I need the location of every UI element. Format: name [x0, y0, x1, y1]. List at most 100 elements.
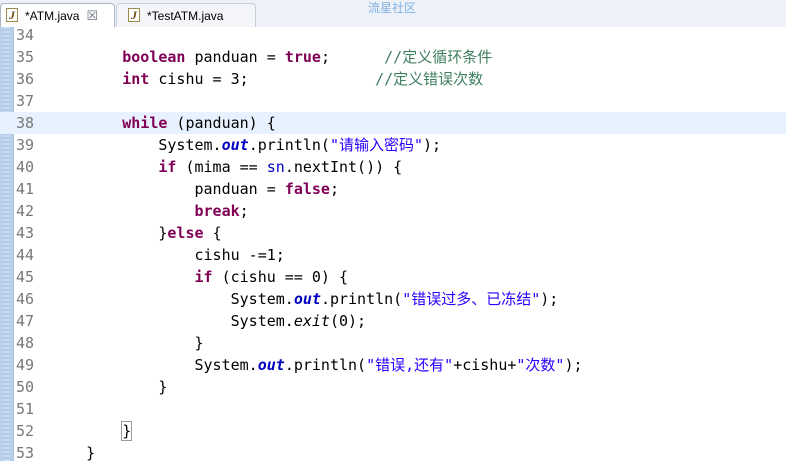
code-line[interactable]: 53 } — [0, 442, 786, 461]
line-number: 53 — [16, 444, 35, 461]
code-token: exit — [293, 312, 330, 330]
code-token: System. — [158, 136, 222, 154]
code-token: "错误过多、已冻结" — [402, 290, 541, 308]
code-token: (panduan) { — [167, 114, 276, 132]
code-line[interactable]: 44 cishu -=1; — [0, 244, 786, 266]
line-number: 39 — [16, 136, 35, 154]
code-token: ; — [329, 180, 339, 198]
line-number: 45 — [16, 268, 35, 286]
code-line[interactable]: 42 break; — [0, 200, 786, 222]
line-number: 38 — [16, 114, 35, 132]
code-token: System. — [194, 356, 258, 374]
line-number: 43 — [16, 224, 35, 242]
code-line[interactable]: 43 }else { — [0, 222, 786, 244]
line-number: 47 — [16, 312, 35, 330]
code-token: "请输入密码" — [329, 136, 424, 154]
code-line[interactable]: 34 — [0, 27, 786, 46]
code-line[interactable]: 40 if (mima == sn.nextInt()) { — [0, 156, 786, 178]
code-token: } — [121, 421, 133, 441]
line-number: 48 — [16, 334, 35, 352]
code-token: sn — [266, 158, 285, 176]
code-token: System. — [230, 290, 294, 308]
code-text: System.out.println("请输入密码"); — [50, 134, 441, 156]
tab-testatm-java[interactable]: J *TestATM.java — [116, 3, 256, 27]
code-text: panduan = false; — [50, 178, 340, 200]
code-line[interactable]: 41 panduan = false; — [0, 178, 786, 200]
close-tab-icon[interactable]: ☒ — [86, 8, 98, 24]
code-editor[interactable]: 34 35 boolean panduan = true; //定义循环条件 36 … — [0, 27, 786, 461]
code-token: .nextInt()) { — [284, 158, 403, 176]
code-line[interactable]: 47 System.exit(0); — [0, 310, 786, 332]
code-text: if (mima == sn.nextInt()) { — [50, 156, 402, 178]
code-token: if — [194, 268, 213, 286]
line-number: 41 — [16, 180, 35, 198]
line-number: 52 — [16, 422, 35, 440]
editor-tab-bar: J *ATM.java ☒ J *TestATM.java 流星社区 — [0, 0, 786, 28]
tab-atm-java[interactable]: J *ATM.java ☒ — [0, 3, 115, 27]
code-token: ; — [239, 202, 249, 220]
code-line[interactable]: 38 while (panduan) { — [0, 112, 786, 134]
code-text: boolean panduan = true; //定义循环条件 — [50, 46, 492, 68]
code-text: System.out.println("错误,还有"+cishu+"次数"); — [50, 354, 583, 376]
code-token: while — [122, 114, 168, 132]
watermark-text: 流星社区 — [368, 1, 417, 15]
code-line[interactable]: 45 if (cishu == 0) { — [0, 266, 786, 288]
line-number: 40 — [16, 158, 35, 176]
code-token: { — [203, 224, 222, 242]
line-number: 36 — [16, 70, 35, 88]
code-line[interactable]: 36 int cishu = 3; //定义错误次数 — [0, 68, 786, 90]
code-token: else — [167, 224, 204, 242]
code-token: ); — [423, 136, 442, 154]
code-text: System.exit(0); — [50, 310, 366, 332]
code-token: } — [86, 444, 96, 461]
code-text: cishu -=1; — [50, 244, 285, 266]
code-line[interactable]: 37 — [0, 90, 786, 112]
code-token: panduan = — [194, 180, 285, 198]
code-line[interactable]: 52 } — [0, 420, 786, 442]
code-text: } — [50, 420, 133, 442]
code-line[interactable]: 35 boolean panduan = true; //定义循环条件 — [0, 46, 786, 68]
code-token: (mima == — [176, 158, 267, 176]
code-token: (cishu == 0) { — [212, 268, 349, 286]
code-line[interactable]: 39 System.out.println("请输入密码"); — [0, 134, 786, 156]
code-text: int cishu = 3; //定义错误次数 — [50, 68, 483, 90]
line-number: 44 — [16, 246, 35, 264]
line-number: 50 — [16, 378, 35, 396]
code-token: false — [284, 180, 330, 198]
code-token: .println( — [248, 136, 330, 154]
code-token: //定义循环条件 — [384, 48, 493, 66]
code-token: ); — [540, 290, 559, 308]
code-text: } — [50, 376, 167, 398]
code-line[interactable]: 46 System.out.println("错误过多、已冻结"); — [0, 288, 786, 310]
tab-label: *ATM.java — [25, 8, 80, 23]
code-line[interactable]: 49 System.out.println("错误,还有"+cishu+"次数"… — [0, 354, 786, 376]
code-token: cishu = 3; — [149, 70, 376, 88]
line-number: 49 — [16, 356, 35, 374]
code-text: while (panduan) { — [50, 112, 276, 134]
code-line[interactable]: 50 } — [0, 376, 786, 398]
code-text: } — [50, 332, 204, 354]
code-token: int — [122, 70, 150, 88]
code-token: panduan = — [185, 48, 285, 66]
code-token: (0); — [329, 312, 367, 330]
code-token: boolean — [122, 48, 186, 66]
code-token: } — [158, 378, 168, 396]
code-line[interactable]: 48 } — [0, 332, 786, 354]
code-line[interactable]: 51 — [0, 398, 786, 420]
code-token: .println( — [284, 356, 367, 374]
code-token: .println( — [320, 290, 403, 308]
